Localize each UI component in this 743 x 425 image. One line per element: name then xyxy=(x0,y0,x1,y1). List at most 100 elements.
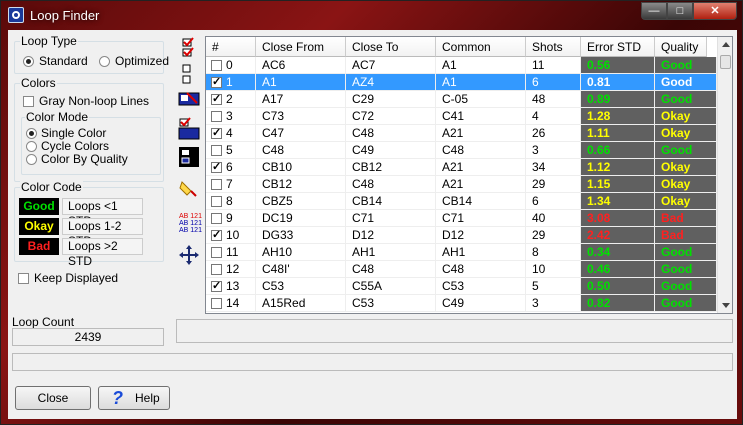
loop-type-group: Loop Type Standard Optimized xyxy=(14,34,169,74)
optimized-label[interactable]: Optimized xyxy=(115,54,169,68)
cycle-colors-radio[interactable] xyxy=(26,141,37,152)
window-title: Loop Finder xyxy=(30,8,100,23)
cell-from: A15Red xyxy=(256,295,346,312)
table-row[interactable]: 10DG33D12D12292.42Bad xyxy=(206,227,718,244)
cell-from: DG33 xyxy=(256,227,346,244)
report-tool-button[interactable]: AB 121 AB 121 AB 121 xyxy=(177,210,202,234)
display-icon xyxy=(179,147,199,167)
cell-from: AH10 xyxy=(256,244,346,261)
col-header-close-to[interactable]: Close To xyxy=(346,37,436,57)
cell-err: 2.42 xyxy=(581,227,655,244)
check-selected-tool-button[interactable] xyxy=(177,117,202,141)
cell-common: A21 xyxy=(436,125,526,142)
help-icon: ? xyxy=(112,388,123,408)
col-header-number[interactable]: # xyxy=(206,37,256,57)
loop-count-label: Loop Count xyxy=(12,315,75,329)
standard-label[interactable]: Standard xyxy=(39,54,88,68)
cell-n: 2 xyxy=(206,91,256,108)
cell-from: C73 xyxy=(256,108,346,125)
cell-from: CB12 xyxy=(256,176,346,193)
erase-tool-button[interactable] xyxy=(177,177,202,201)
col-header-quality[interactable]: Quality xyxy=(655,37,707,57)
table-row[interactable]: 9 DC19 C71 C71 40 3.08 Bad xyxy=(206,210,718,227)
display-tool-button[interactable] xyxy=(177,145,202,169)
title-bar[interactable]: Loop Finder — □ ✕ xyxy=(1,1,742,29)
col-header-close-from[interactable]: Close From xyxy=(256,37,346,57)
gray-nonloop-checkbox[interactable] xyxy=(23,96,34,107)
single-color-label[interactable]: Single Color xyxy=(41,126,106,140)
cell-common: AH1 xyxy=(436,244,526,261)
cell-common: D12 xyxy=(436,227,526,244)
cell-to: C72 xyxy=(346,108,436,125)
okay-legend-text: Loops 1-2 STD xyxy=(62,218,143,248)
cell-err: 1.28 xyxy=(581,108,655,125)
table-row[interactable]: 8 CBZ5 CB14 CB14 6 1.34 Okay xyxy=(206,193,718,210)
table-row[interactable]: 14 A15Red C53 C49 3 0.82 Good xyxy=(206,295,718,312)
invert-check-tool-button[interactable] xyxy=(177,89,202,113)
close-button[interactable]: Close xyxy=(15,386,91,410)
col-header-error-std[interactable]: Error STD xyxy=(581,37,655,57)
table-row[interactable]: 13C53C55AC5350.50Good xyxy=(206,278,718,295)
uncheck-all-tool-button[interactable] xyxy=(177,62,202,86)
cell-shots: 26 xyxy=(526,125,581,142)
cell-err: 1.15 xyxy=(581,176,655,193)
cell-to: CB12 xyxy=(346,159,436,176)
table-row[interactable]: 5 C48 C49 C48 3 0.66 Good xyxy=(206,142,718,159)
standard-radio[interactable] xyxy=(23,56,34,67)
cell-from: CB10 xyxy=(256,159,346,176)
uncheck-all-icon xyxy=(182,64,191,84)
table-row[interactable]: 12 C48I' C48 C48 10 0.46 Good xyxy=(206,261,718,278)
color-by-quality-radio[interactable] xyxy=(26,154,37,165)
keep-displayed-label[interactable]: Keep Displayed xyxy=(34,271,118,285)
cell-n: 5 xyxy=(206,142,256,159)
cell-n: 3 xyxy=(206,108,256,125)
invert-check-icon xyxy=(178,92,200,106)
scroll-up-icon[interactable] xyxy=(718,37,733,53)
cell-to: C55A xyxy=(346,278,436,295)
maximize-button[interactable]: □ xyxy=(667,2,693,20)
cell-n: 14 xyxy=(206,295,256,312)
table-row[interactable]: 3 C73 C72 C41 4 1.28 Okay xyxy=(206,108,718,125)
table-row[interactable]: 11 AH10 AH1 AH1 8 0.34 Good xyxy=(206,244,718,261)
cell-to: AC7 xyxy=(346,57,436,74)
check-all-tool-button[interactable] xyxy=(177,36,202,60)
optimized-radio[interactable] xyxy=(99,56,110,67)
loop-count-value: 2439 xyxy=(12,328,164,346)
check-selected-icon xyxy=(178,117,200,140)
cell-n: 10 xyxy=(206,227,256,244)
help-button[interactable]: ? Help xyxy=(98,386,170,410)
cell-quality: Okay xyxy=(655,193,717,210)
col-header-shots[interactable]: Shots xyxy=(526,37,581,57)
cell-err: 0.81 xyxy=(581,74,655,91)
bad-swatch: Bad xyxy=(19,238,59,255)
color-code-label: Color Code xyxy=(20,180,83,194)
col-header-common[interactable]: Common xyxy=(436,37,526,57)
cell-shots: 6 xyxy=(526,74,581,91)
loops-table: # Close From Close To Common Shots Error… xyxy=(205,36,733,314)
table-row[interactable]: 0 AC6 AC7 A1 11 0.56 Good xyxy=(206,57,718,74)
cycle-colors-label[interactable]: Cycle Colors xyxy=(41,139,109,153)
table-vertical-scrollbar[interactable] xyxy=(717,37,733,313)
cell-quality: Good xyxy=(655,57,717,74)
cell-shots: 40 xyxy=(526,210,581,227)
table-row[interactable]: 6CB10CB12A21341.12Okay xyxy=(206,159,718,176)
cell-n: 9 xyxy=(206,210,256,227)
scroll-down-icon[interactable] xyxy=(718,297,733,313)
scroll-thumb[interactable] xyxy=(720,55,731,69)
table-row[interactable]: 7 CB12 C48 A21 29 1.15 Okay xyxy=(206,176,718,193)
table-row[interactable]: 1A1AZ4A160.81Good xyxy=(206,74,718,91)
status-bar xyxy=(12,353,733,371)
minimize-button[interactable]: — xyxy=(641,2,667,20)
svg-text:AB 121: AB 121 xyxy=(179,213,202,220)
color-by-quality-label[interactable]: Color By Quality xyxy=(41,152,128,166)
cell-common: A1 xyxy=(436,57,526,74)
table-row[interactable]: 2A17C29C-05480.89Good xyxy=(206,91,718,108)
single-color-radio[interactable] xyxy=(26,128,37,139)
keep-displayed-checkbox[interactable] xyxy=(18,273,29,284)
move-tool-button[interactable] xyxy=(177,243,202,267)
gray-nonloop-label[interactable]: Gray Non-loop Lines xyxy=(39,94,149,108)
cell-common: A21 xyxy=(436,176,526,193)
close-window-button[interactable]: ✕ xyxy=(693,2,737,20)
cell-common: C41 xyxy=(436,108,526,125)
table-row[interactable]: 4C47C48A21261.11Okay xyxy=(206,125,718,142)
